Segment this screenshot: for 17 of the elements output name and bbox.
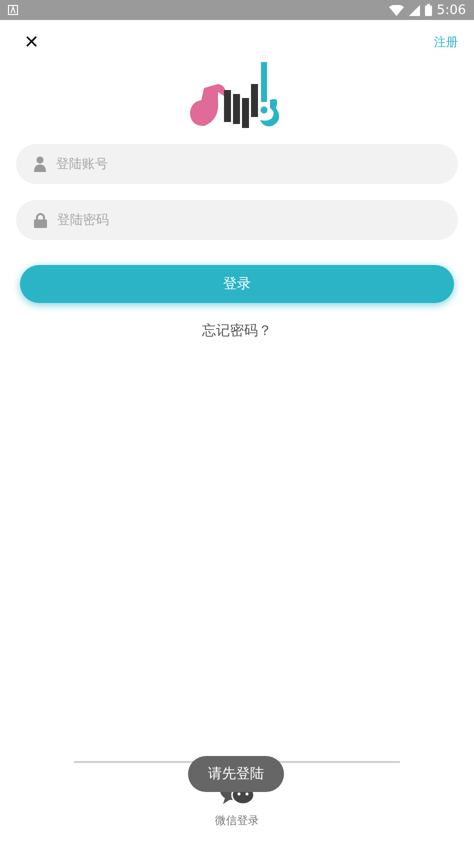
lock-icon (34, 212, 47, 228)
password-field[interactable]: 登陆密码 (16, 200, 458, 240)
status-time: 5:06 (436, 2, 466, 18)
notification-icon (8, 5, 18, 15)
account-field[interactable]: 登陆账号 (16, 144, 458, 184)
close-button[interactable]: ✕ (24, 32, 40, 52)
account-field[interactable]: 登陆账号 (54, 156, 440, 172)
wifi-icon (388, 4, 404, 16)
login-button[interactable]: 登录 (20, 265, 454, 303)
wechat-login-label[interactable]: 微信登录 (215, 813, 259, 828)
register-link[interactable]: 注册 (434, 34, 458, 50)
battery-icon (424, 4, 432, 16)
signal-icon (408, 4, 420, 16)
person-icon (34, 156, 46, 172)
login-toast: 请先登陆 (188, 756, 284, 792)
password-field[interactable]: 登陆密码 (55, 212, 440, 228)
forgot-password-link[interactable]: 忘记密码？ (202, 322, 272, 340)
